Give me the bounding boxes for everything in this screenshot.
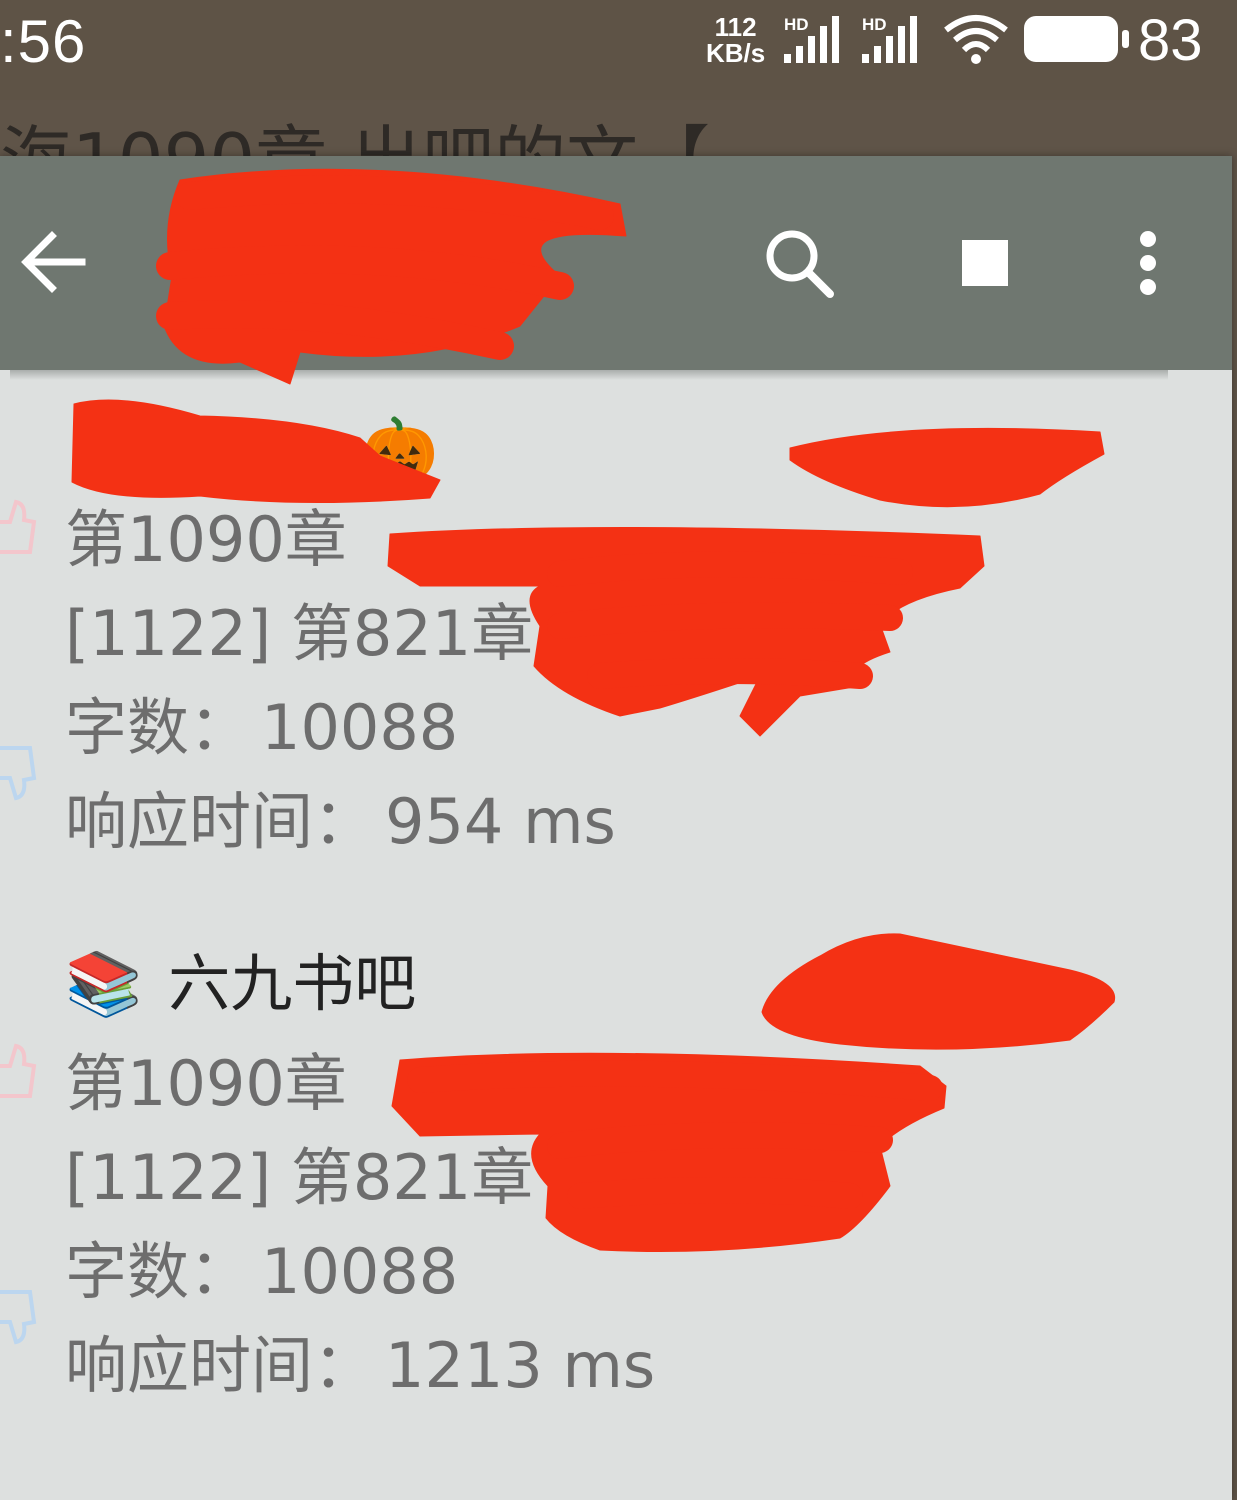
response-time-label: 响应时间： xyxy=(65,785,376,858)
latest-chapter: 第1090章 xyxy=(65,503,347,576)
status-time: :56 xyxy=(0,8,87,75)
word-count: 字数： 10088 xyxy=(65,688,458,768)
thumb-up-icon[interactable] xyxy=(0,492,40,562)
current-chapter: [1122] 第821章 xyxy=(65,1141,534,1214)
current-chapter: [1122] 第821章 xyxy=(65,597,534,670)
more-vert-icon[interactable] xyxy=(1132,230,1164,296)
stop-icon[interactable] xyxy=(960,238,1010,288)
change-source-dialog: 🎃 第1090章 [1122] 第821章 字数： 10088 响应时间： 954 … xyxy=(0,156,1232,1500)
thumb-down-icon[interactable] xyxy=(0,1282,40,1352)
signal-icon: HD xyxy=(784,15,839,63)
search-icon[interactable] xyxy=(764,228,838,300)
dialog-toolbar xyxy=(0,156,1232,370)
back-arrow-icon[interactable] xyxy=(18,230,88,294)
signal-icon: HD xyxy=(862,15,917,63)
thumb-down-icon[interactable] xyxy=(0,738,40,808)
net-speed-unit: KB/s xyxy=(706,38,766,68)
word-count-label: 字数： xyxy=(65,691,252,764)
latest-chapter: 第1090章 xyxy=(65,1047,347,1120)
word-count-label: 字数： xyxy=(65,1235,252,1308)
signal-2-label: HD xyxy=(862,15,887,34)
response-time: 响应时间： 1213 ms xyxy=(65,1326,655,1406)
thumb-up-icon[interactable] xyxy=(0,1036,40,1106)
dialog-title xyxy=(170,226,630,296)
signal-1-label: HD xyxy=(784,15,809,34)
net-speed-value: 112 xyxy=(714,12,757,42)
source-emoji: 📚 xyxy=(65,947,143,1020)
source-name-text: 六九书吧 xyxy=(168,947,417,1020)
word-count: 字数： 10088 xyxy=(65,1232,458,1312)
battery-level: 83 xyxy=(1138,8,1203,73)
response-time: 响应时间： 954 ms xyxy=(65,782,616,862)
status-bar: :56 112 KB/s HD HD 83 xyxy=(0,0,1237,100)
toolbar-shadow xyxy=(10,370,1168,380)
source-emoji: 🎃 xyxy=(361,413,439,486)
source-name: 🎃 xyxy=(65,410,464,490)
word-count-value: 10088 xyxy=(261,1235,459,1308)
source-name: 📚 六九书吧 xyxy=(65,944,416,1024)
response-time-label: 响应时间： xyxy=(65,1329,376,1402)
response-time-value: 1213 ms xyxy=(385,1329,656,1402)
response-time-value: 954 ms xyxy=(385,785,616,858)
battery-icon xyxy=(1024,16,1129,62)
word-count-value: 10088 xyxy=(261,691,459,764)
net-speed: 112 KB/s xyxy=(706,14,765,66)
wifi-icon xyxy=(944,15,1008,64)
